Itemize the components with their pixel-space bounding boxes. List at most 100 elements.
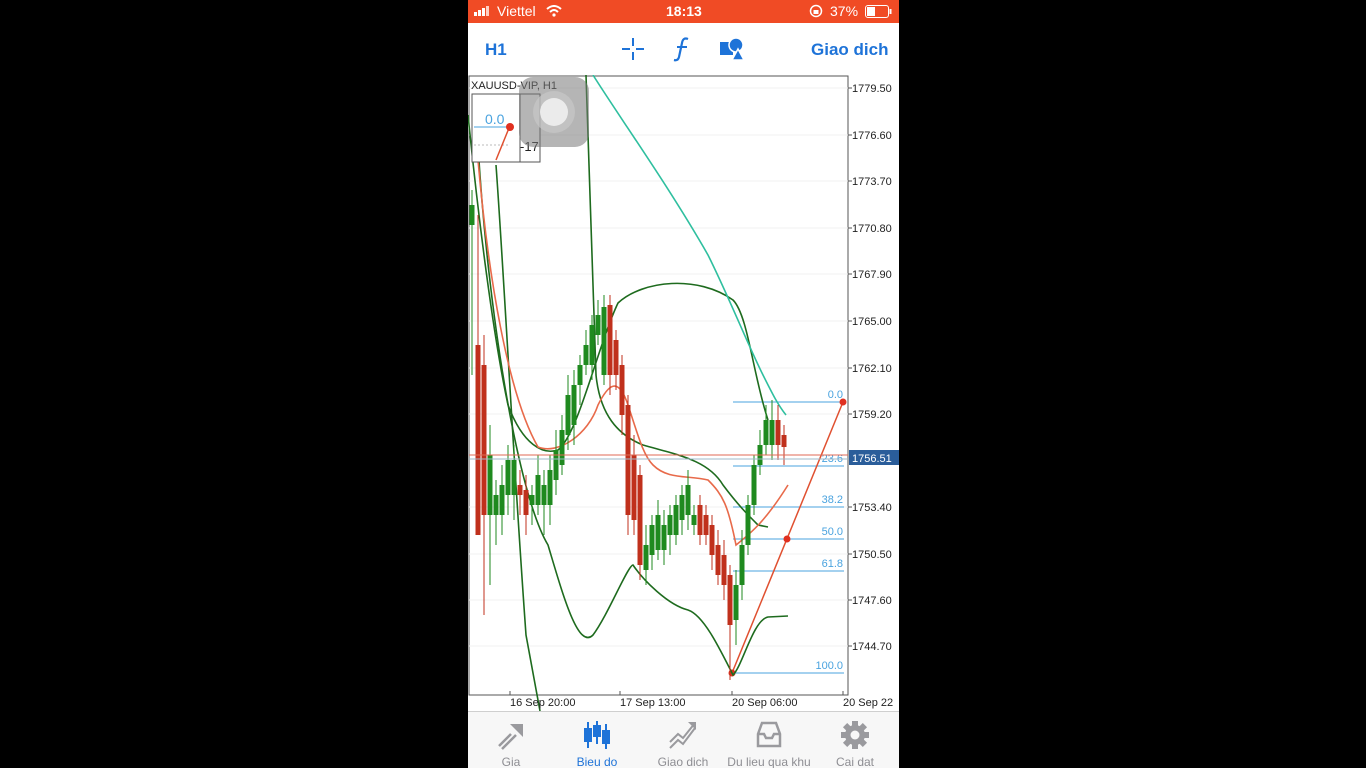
candle-body <box>487 455 493 515</box>
time-tick-label: 20 Sep 06:00 <box>732 697 797 709</box>
inset-value: 0.0 <box>485 111 505 127</box>
settings-icon <box>841 721 869 749</box>
candle-body <box>763 420 769 445</box>
candle-body <box>511 460 517 495</box>
candle-body <box>697 505 703 535</box>
tab-label: Gia <box>501 755 521 768</box>
tab-trade[interactable]: Giao dich <box>640 712 726 768</box>
candle-body <box>571 385 577 425</box>
tab-bar: Gia Bieu do Giao dich Du lieu qua khu Ca… <box>468 711 899 768</box>
timeframe-button[interactable]: H1 <box>485 40 507 60</box>
candle-body <box>529 495 535 505</box>
tab-label: Du lieu qua khu <box>727 755 811 768</box>
candle-body <box>661 525 667 550</box>
candle-body <box>715 545 721 575</box>
candle-body <box>577 365 583 385</box>
candle-body <box>685 485 691 515</box>
candle-body <box>631 455 637 520</box>
price-tick-label: 1776.60 <box>852 130 892 142</box>
plot-frame <box>468 75 849 696</box>
crosshair-icon[interactable] <box>620 36 646 67</box>
tab-label: Bieu do <box>576 755 618 768</box>
candle-body <box>775 420 781 445</box>
assistive-touch-button[interactable] <box>519 77 589 147</box>
candle-body <box>673 505 679 535</box>
status-bar: Viettel 18:13 37% <box>468 0 899 23</box>
candle-body <box>499 485 505 515</box>
price-tick-label: 1762.10 <box>852 363 892 375</box>
signal-icon <box>474 3 492 19</box>
candle-body <box>667 515 673 535</box>
candle-body <box>517 485 523 495</box>
rotation-lock-icon <box>809 4 823 21</box>
candle-body <box>781 435 787 447</box>
time-tick-label: 17 Sep 13:00 <box>620 697 685 709</box>
tab-quotes[interactable]: Gia <box>468 712 554 768</box>
candle-body <box>637 475 643 565</box>
price-tick-label: 1759.20 <box>852 409 892 421</box>
price-tick-label: 1767.90 <box>852 269 892 281</box>
battery-icon <box>865 5 893 21</box>
wifi-icon <box>546 4 562 20</box>
price-chart[interactable]: 0.0 23.6 38.2 50.0 61.8 100.0 1779.50 1776.60 1… <box>468 74 899 712</box>
candle-body <box>625 405 631 515</box>
candle-body <box>541 485 547 505</box>
candle-body <box>739 545 745 585</box>
candle-body <box>613 340 619 375</box>
fib-level-label: 100.0 <box>815 660 843 672</box>
fib-level-label: 61.8 <box>822 558 843 570</box>
candle-body <box>607 305 613 375</box>
fib-level-label: 38.2 <box>822 494 843 506</box>
price-tick-label: 1770.80 <box>852 223 892 235</box>
chart-toolbar: H1 Giao dich <box>468 23 899 76</box>
chart-canvas[interactable]: 0.023.638.250.061.8100.0 1779.501776.601… <box>468 74 899 712</box>
candle-body <box>601 307 607 375</box>
candle-body <box>583 345 589 365</box>
tab-chart[interactable]: Bieu do <box>554 712 640 768</box>
candle-body <box>619 365 625 415</box>
candle-body <box>493 495 499 515</box>
candle-body <box>769 420 775 445</box>
history-icon <box>756 721 782 748</box>
candle-body <box>709 525 715 555</box>
tab-label: Giao dich <box>657 755 709 768</box>
time-tick-label: 16 Sep 20:00 <box>510 697 575 709</box>
clock: 18:13 <box>666 3 702 19</box>
phone-screen: Viettel 18:13 37% H1 Giao dich 0.0 23.6 … <box>468 0 899 768</box>
fib-level-label: 0.0 <box>828 389 843 401</box>
candle-body <box>643 545 649 570</box>
tab-history[interactable]: Du lieu qua khu <box>726 712 812 768</box>
candle-body <box>751 465 757 505</box>
fib-level-label: 50.0 <box>822 526 843 538</box>
candle-body <box>721 555 727 585</box>
fib-anchor-high[interactable] <box>839 398 847 406</box>
candle-body <box>727 575 733 625</box>
battery-percent: 37% <box>830 3 859 19</box>
fib-anchor-mid[interactable] <box>783 535 791 543</box>
candle-body <box>745 505 751 545</box>
candle-body <box>679 495 685 520</box>
chart-icon <box>584 721 610 749</box>
candle-body <box>469 205 475 225</box>
candle-body <box>655 515 661 550</box>
price-tick-label: 1779.50 <box>852 83 892 95</box>
tab-settings[interactable]: Cai dat <box>812 712 898 768</box>
candle-body <box>535 475 541 505</box>
candle-body <box>523 490 529 515</box>
candle-body <box>565 395 571 435</box>
trade-button[interactable]: Giao dich <box>811 40 888 60</box>
candle-body <box>589 325 595 365</box>
candle-body <box>559 430 565 465</box>
current-price-label: 1756.51 <box>852 453 892 465</box>
candle-body <box>505 460 511 495</box>
candle-body <box>649 525 655 555</box>
candle-body <box>733 585 739 620</box>
function-icon[interactable] <box>671 36 693 67</box>
shapes-icon[interactable] <box>718 36 746 67</box>
price-axis: 1779.50 1776.60 1773.70 1770.80 1767.90 1765.… <box>848 83 892 653</box>
price-tick-label: 1744.70 <box>852 641 892 653</box>
price-tick-label: 1773.70 <box>852 176 892 188</box>
candle-body <box>595 315 601 335</box>
candle-body <box>547 470 553 505</box>
time-tick-label: 20 Sep 22 <box>843 697 893 709</box>
